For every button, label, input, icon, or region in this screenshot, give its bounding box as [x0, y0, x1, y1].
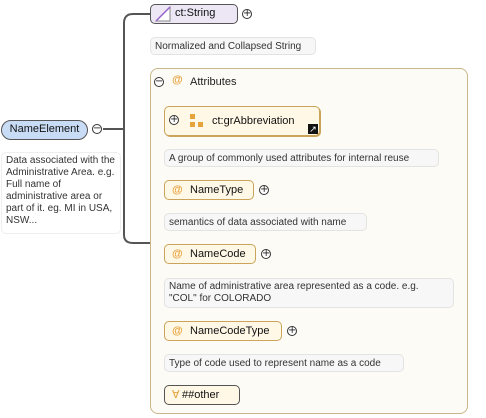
- attributes-at-icon: @: [172, 74, 183, 86]
- root-element-doc-text: Data associated with the Administrative …: [6, 155, 115, 226]
- attribute-name-code-doc-text: Name of administrative area represented …: [169, 281, 419, 304]
- root-element-doc: Data associated with the Administrative …: [1, 152, 121, 234]
- attribute-group-ref-node[interactable]: ct:grAbbreviation ↗: [164, 106, 320, 136]
- attribute-name-code-type-doc: Type of code used to represent name as a…: [164, 354, 404, 372]
- attribute-name-code-expand-toggle[interactable]: +: [261, 249, 271, 259]
- type-expand-toggle[interactable]: +: [242, 9, 252, 19]
- attribute-name-code-type-doc-text: Type of code used to represent name as a…: [169, 358, 381, 369]
- any-attribute-icon: ∀: [172, 388, 180, 401]
- attribute-name-code-type[interactable]: @ NameCodeType: [164, 321, 282, 341]
- reference-arrow-icon: ↗: [308, 124, 318, 134]
- any-attribute-label: ##other: [182, 389, 220, 401]
- attribute-name-code-type-label: NameCodeType: [190, 325, 270, 337]
- attribute-group-ref-label: ct:grAbbreviation: [212, 115, 295, 127]
- attribute-at-icon: @: [172, 184, 183, 196]
- root-collapse-toggle[interactable]: −: [92, 124, 102, 134]
- attribute-name-type[interactable]: @ NameType: [164, 180, 254, 200]
- any-attribute-node[interactable]: ∀ ##other: [164, 385, 240, 405]
- attributes-group-title: Attributes: [190, 76, 237, 88]
- root-element-node[interactable]: NameElement: [1, 120, 88, 140]
- attribute-name-code[interactable]: @ NameCode: [164, 244, 256, 264]
- attribute-name-type-doc-text: semantics of data associated with name: [169, 217, 347, 228]
- attribute-at-icon: @: [172, 248, 183, 260]
- attribute-group-icon: [190, 114, 203, 127]
- connector-to-attributes: [123, 129, 150, 244]
- attribute-name-code-label: NameCode: [190, 248, 246, 260]
- attribute-group-doc: A group of commonly used attributes for …: [164, 149, 439, 167]
- connector-to-type: [103, 13, 150, 130]
- attribute-name-type-label: NameType: [190, 184, 244, 196]
- type-node-doc: Normalized and Collapsed String: [150, 37, 316, 55]
- attribute-at-icon: @: [172, 325, 183, 337]
- attributes-collapse-toggle[interactable]: −: [154, 77, 164, 87]
- type-node-label: ct:String: [175, 7, 216, 19]
- attribute-group-doc-text: A group of commonly used attributes for …: [169, 153, 410, 164]
- root-element-label: NameElement: [9, 123, 80, 135]
- attribute-name-type-doc: semantics of data associated with name: [164, 213, 367, 231]
- type-node-doc-text: Normalized and Collapsed String: [155, 41, 302, 52]
- complex-type-icon: [155, 6, 171, 22]
- attribute-name-code-type-expand-toggle[interactable]: +: [287, 326, 297, 336]
- attribute-name-code-doc: Name of administrative area represented …: [164, 278, 454, 308]
- attribute-name-type-expand-toggle[interactable]: +: [259, 185, 269, 195]
- type-node[interactable]: ct:String: [150, 4, 238, 24]
- attribute-group-expand-toggle[interactable]: +: [169, 115, 179, 125]
